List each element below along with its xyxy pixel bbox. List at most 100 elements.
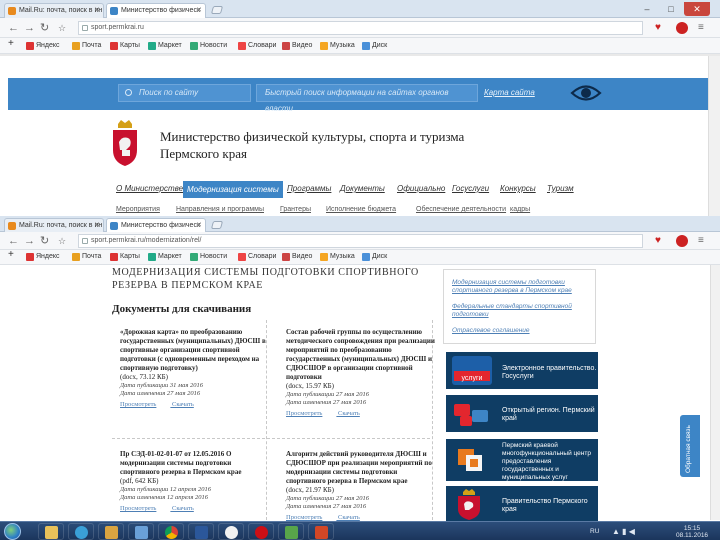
view-link[interactable]: Просмотреть <box>286 514 322 521</box>
address-bar[interactable]: sport.permkrai.ru <box>78 21 643 35</box>
svg-text:услуги: услуги <box>462 375 483 382</box>
gov-search-input[interactable]: Быстрый поиск информации на сайтах орган… <box>256 84 478 113</box>
bookmark-video[interactable]: Видео <box>282 252 312 262</box>
taskbar-opera[interactable] <box>248 523 274 540</box>
add-bookmark-icon[interactable]: + <box>8 250 14 260</box>
tab-mailru[interactable]: Mail.Ru: почта, поиск в ин ✕ <box>4 3 104 18</box>
bookmark-yandex[interactable]: Яндекс <box>26 41 60 51</box>
download-link[interactable]: Скачать <box>338 514 360 521</box>
submenu-item[interactable]: Обеспечение деятельности <box>416 206 506 213</box>
close-tab-icon[interactable]: ✕ <box>196 4 202 17</box>
side-link-agreement[interactable]: Отраслевое соглашение <box>452 327 592 335</box>
submenu-item[interactable]: кадры <box>510 206 530 213</box>
adblock-icon[interactable] <box>676 22 688 34</box>
forward-arrow-icon[interactable]: → <box>24 234 35 248</box>
clock[interactable]: 15:15 08.11.2016 <box>676 525 708 539</box>
scrollbar[interactable] <box>708 56 720 216</box>
bookmark-mail[interactable]: Почта <box>72 252 101 262</box>
close-tab-icon[interactable]: ✕ <box>196 219 202 232</box>
bookmark-star-icon[interactable]: ☆ <box>58 234 66 248</box>
bookmark-music[interactable]: Музыка <box>320 41 355 51</box>
bookmark-music[interactable]: Музыка <box>320 252 355 262</box>
address-bar[interactable]: sport.permkrai.ru/modernization/rel/ <box>78 234 643 248</box>
close-tab-icon[interactable]: ✕ <box>94 219 100 232</box>
site-search-input[interactable]: Поиск по сайту <box>118 84 251 102</box>
tab-ministry[interactable]: Министерство физическ ✕ <box>106 218 206 232</box>
menu-icon[interactable]: ≡ <box>698 234 704 248</box>
menu-item-contests[interactable]: Конкурсы <box>500 182 536 196</box>
side-link-modernization[interactable]: Модернизация системы подготовки спортивн… <box>452 279 592 295</box>
taskbar-yandex[interactable] <box>218 523 244 540</box>
tray-icons[interactable]: ▲ ▮ ◀ <box>612 528 635 536</box>
taskbar-word[interactable] <box>188 523 214 540</box>
view-link[interactable]: Просмотреть <box>120 505 156 512</box>
back-arrow-icon[interactable]: ← <box>8 21 19 35</box>
close-window-button[interactable]: ✕ <box>684 2 710 16</box>
submenu-item[interactable]: Исполнение бюджета <box>326 206 396 213</box>
bookmark-disk[interactable]: Диск <box>362 252 387 262</box>
menu-item-gosuslugi[interactable]: Госуслуги <box>452 182 489 196</box>
menu-item-official[interactable]: Официально <box>397 182 445 196</box>
heart-icon[interactable]: ♥ <box>655 234 661 248</box>
bookmark-disk[interactable]: Диск <box>362 41 387 51</box>
submenu-item[interactable]: Мероприятия <box>116 206 160 213</box>
menu-icon[interactable]: ≡ <box>698 21 704 35</box>
bookmark-market[interactable]: Маркет <box>148 252 182 262</box>
banner-government[interactable]: Правительство Пермского края <box>446 486 598 523</box>
banner-open-region[interactable]: Открытый регион. Пермский край <box>446 395 598 432</box>
heart-icon[interactable]: ♥ <box>655 21 661 35</box>
bookmark-market[interactable]: Маркет <box>148 41 182 51</box>
start-button[interactable] <box>4 523 21 540</box>
menu-item-about[interactable]: О Министерстве <box>116 182 183 196</box>
bookmark-news[interactable]: Новости <box>190 252 227 262</box>
banner-mfc[interactable]: Пермский краевой многофункциональный цен… <box>446 439 598 481</box>
bookmark-video[interactable]: Видео <box>282 41 312 51</box>
close-tab-icon[interactable]: ✕ <box>94 4 100 17</box>
view-link[interactable]: Просмотреть <box>286 410 322 417</box>
adblock-icon[interactable] <box>676 235 688 247</box>
taskbar-app[interactable] <box>128 523 154 540</box>
menu-item-modernization[interactable]: Модернизация системы <box>183 181 283 198</box>
taskbar-app2[interactable] <box>278 523 304 540</box>
menu-item-programs[interactable]: Программы <box>287 182 331 196</box>
accessibility-eye-icon[interactable] <box>570 82 602 104</box>
submenu-item[interactable]: Направления и программы <box>176 206 264 213</box>
taskbar-folder[interactable] <box>98 523 124 540</box>
download-link[interactable]: Скачать <box>172 505 194 512</box>
view-link[interactable]: Просмотреть <box>120 401 156 408</box>
bookmark-news[interactable]: Новости <box>190 41 227 51</box>
tab-ministry[interactable]: Министерство физическ ✕ <box>106 3 206 18</box>
back-arrow-icon[interactable]: ← <box>8 234 19 248</box>
feedback-side-tab[interactable]: Обратная связь <box>680 415 700 477</box>
download-link[interactable]: Скачать <box>338 410 360 417</box>
reload-icon[interactable]: ↻ <box>40 234 49 248</box>
menu-item-tourism[interactable]: Туризм <box>547 182 574 196</box>
maximize-button[interactable]: □ <box>660 2 682 16</box>
site-map-link[interactable]: Карта сайта <box>484 88 535 97</box>
menu-item-documents[interactable]: Документы <box>340 182 385 196</box>
new-tab-button[interactable] <box>210 6 224 14</box>
bookmark-maps[interactable]: Карты <box>110 41 140 51</box>
minimize-button[interactable]: – <box>636 2 658 16</box>
bookmark-star-icon[interactable]: ☆ <box>58 21 66 35</box>
forward-arrow-icon[interactable]: → <box>24 21 35 35</box>
reload-icon[interactable]: ↻ <box>40 21 49 35</box>
download-link[interactable]: Скачать <box>172 401 194 408</box>
bookmark-maps[interactable]: Карты <box>110 252 140 262</box>
submenu-item[interactable]: Грантеры <box>280 206 311 213</box>
scrollbar[interactable] <box>710 265 720 520</box>
taskbar-media[interactable] <box>68 523 94 540</box>
new-tab-button[interactable] <box>210 221 224 229</box>
bookmark-yandex[interactable]: Яндекс <box>26 252 60 262</box>
language-indicator[interactable]: RU <box>590 528 599 535</box>
side-link-standards[interactable]: Федеральные стандарты спортивной подгото… <box>452 303 592 319</box>
taskbar-chrome[interactable] <box>158 523 184 540</box>
taskbar-powerpoint[interactable] <box>308 523 334 540</box>
tab-mailru[interactable]: Mail.Ru: почта, поиск в ин ✕ <box>4 218 104 232</box>
add-bookmark-icon[interactable]: + <box>8 39 14 49</box>
bookmark-dictionaries[interactable]: Словари <box>238 252 276 262</box>
banner-gosuslugi[interactable]: услуги Электронное правительство. Госусл… <box>446 352 598 389</box>
bookmark-dictionaries[interactable]: Словари <box>238 41 276 51</box>
bookmark-mail[interactable]: Почта <box>72 41 101 51</box>
taskbar-explorer[interactable] <box>38 523 64 540</box>
